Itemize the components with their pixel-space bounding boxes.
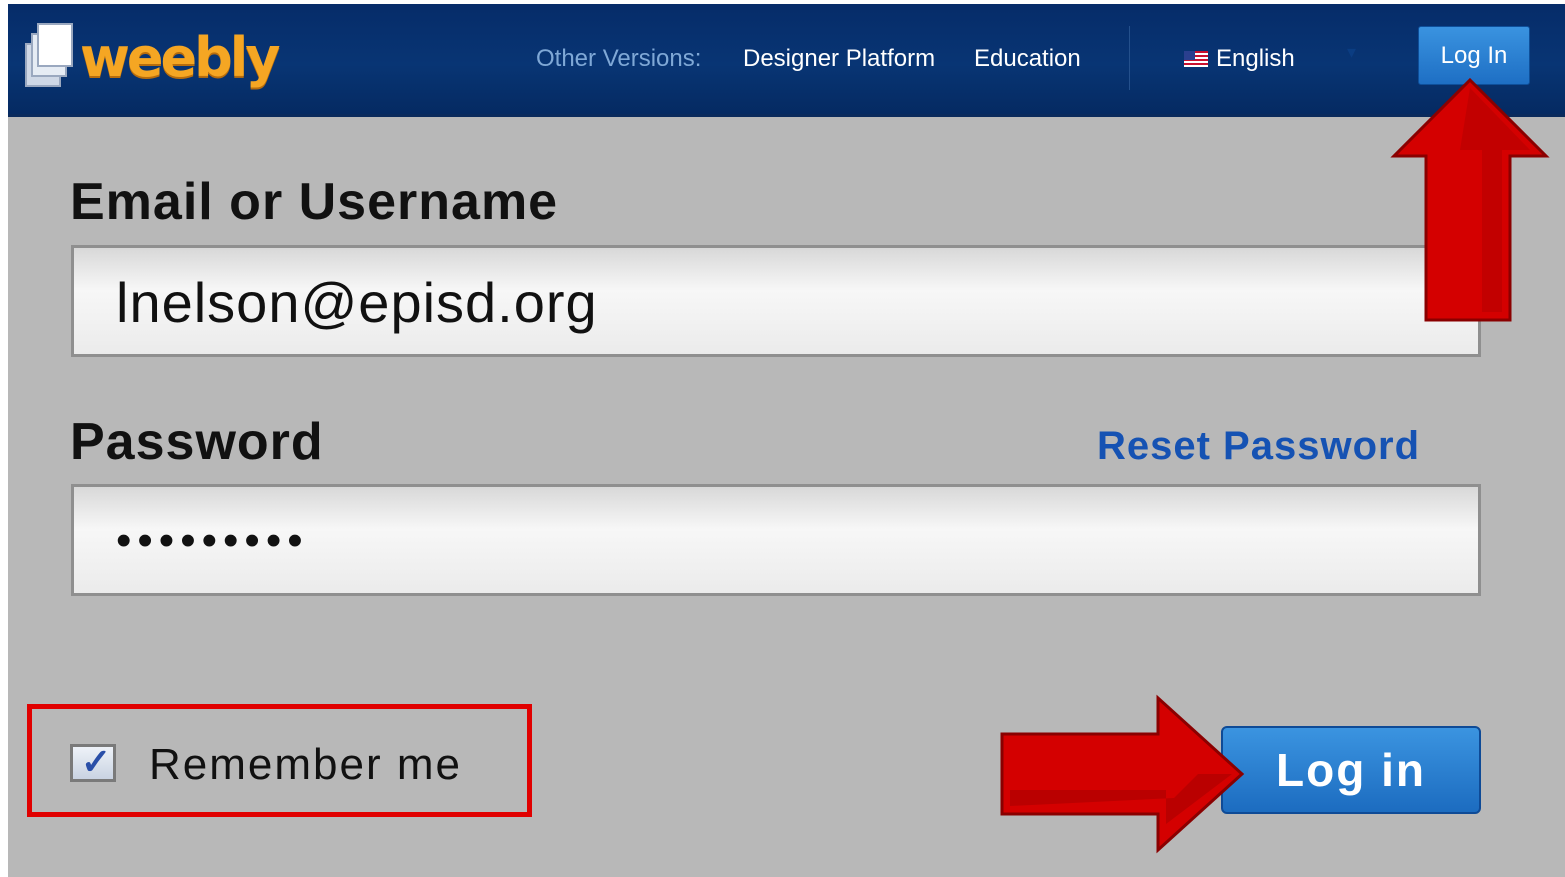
language-label: English: [1216, 45, 1295, 72]
nav-education[interactable]: Education: [974, 4, 1081, 114]
arrow-right-icon: [1000, 694, 1245, 854]
email-label: Email or Username: [70, 173, 559, 231]
arrow-up-icon: [1390, 77, 1550, 322]
checkmark-icon: ✓: [81, 741, 112, 782]
login-submit-button[interactable]: Log in: [1221, 726, 1481, 814]
page-frame: weebly Other Versions: Designer Platform…: [8, 4, 1565, 877]
password-field[interactable]: [114, 487, 1418, 595]
nav-designer-platform[interactable]: Designer Platform: [743, 4, 935, 114]
top-navigation-bar: weebly Other Versions: Designer Platform…: [8, 4, 1565, 117]
password-label: Password: [70, 413, 324, 471]
reset-password-link[interactable]: Reset Password: [1097, 424, 1420, 469]
chevron-down-icon[interactable]: ▾: [1347, 42, 1356, 63]
other-versions-label: Other Versions:: [536, 45, 702, 72]
weebly-logo[interactable]: weebly: [24, 18, 280, 98]
nav-divider: [1129, 26, 1130, 90]
email-field-container: [71, 245, 1481, 357]
remember-me-label[interactable]: Remember me: [149, 740, 462, 790]
weebly-logo-icon: [24, 22, 74, 94]
password-field-container: [71, 484, 1481, 596]
language-selector[interactable]: English: [1184, 4, 1295, 114]
brand-name: weebly: [80, 26, 280, 89]
email-field[interactable]: [114, 248, 1418, 356]
remember-me-checkbox[interactable]: ✓: [70, 741, 116, 782]
us-flag-icon: [1184, 51, 1208, 67]
